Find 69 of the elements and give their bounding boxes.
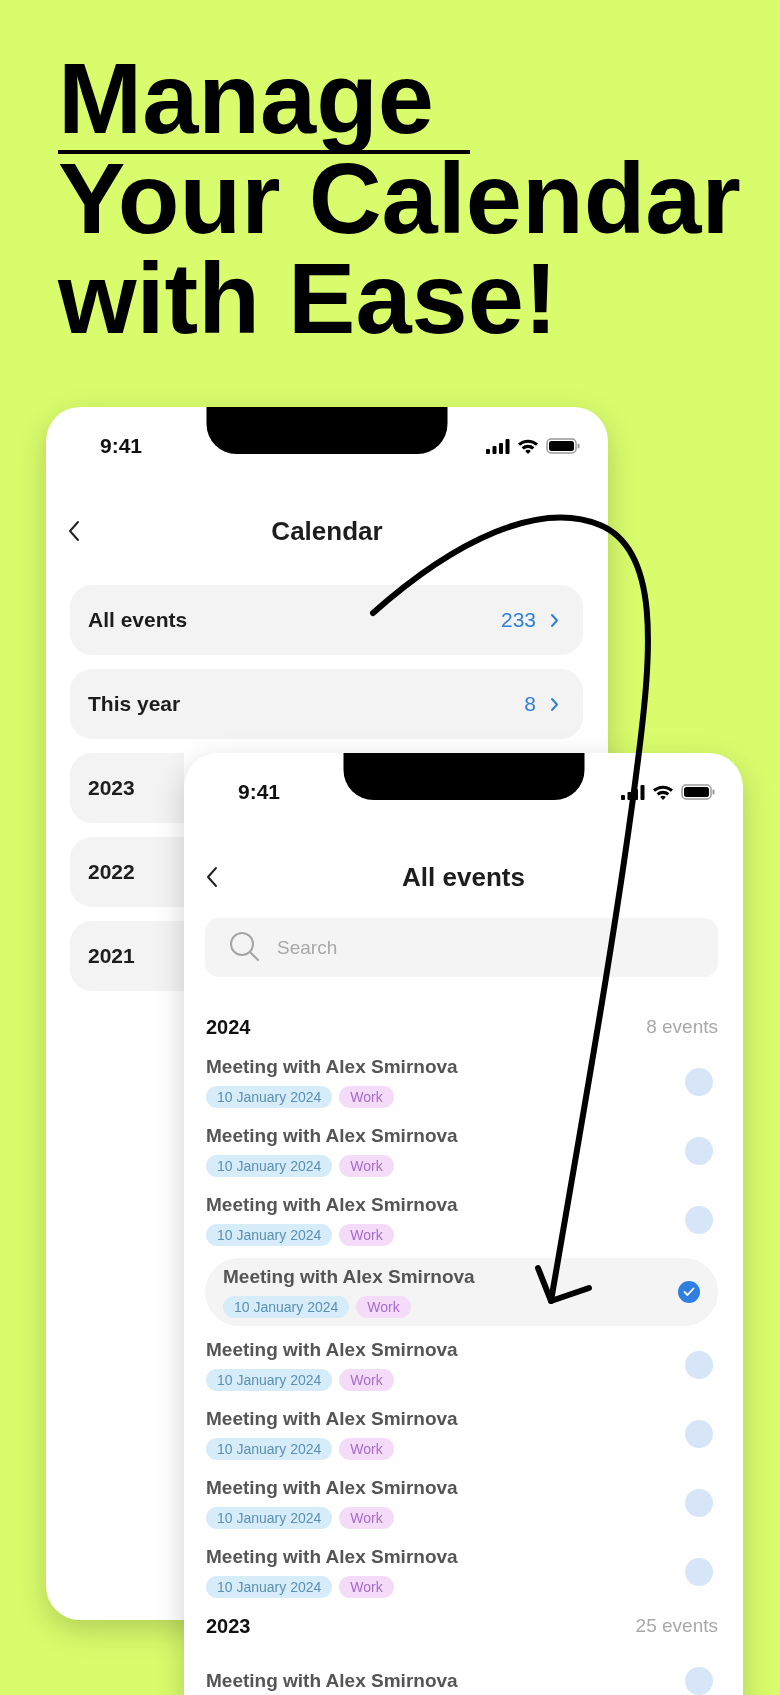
item-label: 2022 (88, 860, 135, 884)
wifi-icon (652, 784, 674, 800)
item-count: 8 (524, 692, 536, 716)
signal-icon (486, 438, 510, 454)
category-tag: Work (339, 1368, 394, 1391)
battery-icon (546, 438, 580, 454)
event-title: Meeting with Alex Smirnova (206, 1193, 459, 1216)
category-tag: Work (339, 1506, 394, 1529)
event-title: Meeting with Alex Smirnova (206, 1338, 459, 1361)
category-tag: Work (339, 1437, 394, 1460)
event-title: Meeting with Alex Smirnova (223, 1266, 476, 1288)
year-heading: 2023 (206, 1614, 251, 1638)
battery-icon (681, 784, 715, 800)
item-count: 233 (500, 608, 536, 632)
date-tag: 10 January 2024 (206, 1085, 333, 1108)
select-radio[interactable] (685, 1136, 713, 1165)
event-title: Meeting with Alex Smirnova (206, 1669, 459, 1692)
search-field[interactable]: Search (205, 918, 718, 977)
event-title: Meeting with Alex Smirnova (206, 1124, 459, 1147)
date-tag: 10 January 2024 (223, 1296, 350, 1318)
select-radio[interactable] (685, 1350, 713, 1379)
event-title: Meeting with Alex Smirnova (206, 1545, 459, 1568)
event-title: Meeting with Alex Smirnova (206, 1055, 459, 1078)
calendar-list-item[interactable]: All events 233 (70, 585, 583, 655)
status-time: 9:41 (100, 434, 143, 458)
select-radio[interactable] (685, 1666, 713, 1695)
item-label: 2021 (88, 944, 135, 968)
wifi-icon (517, 438, 539, 454)
category-tag: Work (339, 1223, 394, 1246)
select-radio[interactable] (685, 1419, 713, 1448)
event-count: 25 events (635, 1615, 718, 1637)
event-title: Meeting with Alex Smirnova (206, 1476, 459, 1499)
headline-text: Manage (58, 48, 471, 154)
screen-title: Calendar (271, 515, 383, 547)
category-tag: Work (339, 1154, 394, 1177)
select-radio[interactable] (685, 1488, 713, 1517)
calendar-list-item[interactable]: 2022 (70, 837, 184, 907)
event-row[interactable]: Meeting with Alex Smirnova 10 January 2024 Work (205, 1258, 718, 1326)
select-radio[interactable] (685, 1205, 713, 1234)
date-tag: 10 January 2024 (206, 1368, 333, 1391)
headline-text: with Ease! (58, 248, 558, 348)
select-radio[interactable] (678, 1281, 700, 1303)
item-label: This year (88, 692, 182, 716)
year-heading: 2024 (206, 1015, 251, 1039)
select-radio[interactable] (685, 1067, 713, 1096)
calendar-list-item[interactable]: 2023 (70, 753, 184, 823)
select-radio[interactable] (685, 1557, 713, 1586)
date-tag: 10 January 2024 (206, 1437, 333, 1460)
chevron-right-icon (550, 696, 559, 712)
event-title: Meeting with Alex Smirnova (206, 1407, 459, 1430)
date-tag: 10 January 2024 (206, 1575, 333, 1598)
item-label: All events (88, 608, 189, 632)
category-tag: Work (339, 1575, 394, 1598)
chevron-right-icon (550, 612, 559, 628)
back-icon[interactable] (68, 520, 80, 542)
signal-icon (621, 784, 645, 800)
item-label: 2023 (88, 776, 135, 800)
calendar-list-item[interactable]: This year 8 (70, 669, 583, 739)
category-tag: Work (356, 1296, 411, 1318)
check-icon (683, 1287, 695, 1297)
screen-title: All events (402, 861, 525, 893)
event-count: 8 events (646, 1016, 718, 1038)
category-tag: Work (339, 1085, 394, 1108)
date-tag: 10 January 2024 (206, 1154, 333, 1177)
date-tag: 10 January 2024 (206, 1506, 333, 1529)
calendar-list-item[interactable]: 2021 (70, 921, 184, 991)
status-time: 9:41 (238, 780, 281, 804)
date-tag: 10 January 2024 (206, 1223, 333, 1246)
back-icon[interactable] (206, 866, 218, 888)
